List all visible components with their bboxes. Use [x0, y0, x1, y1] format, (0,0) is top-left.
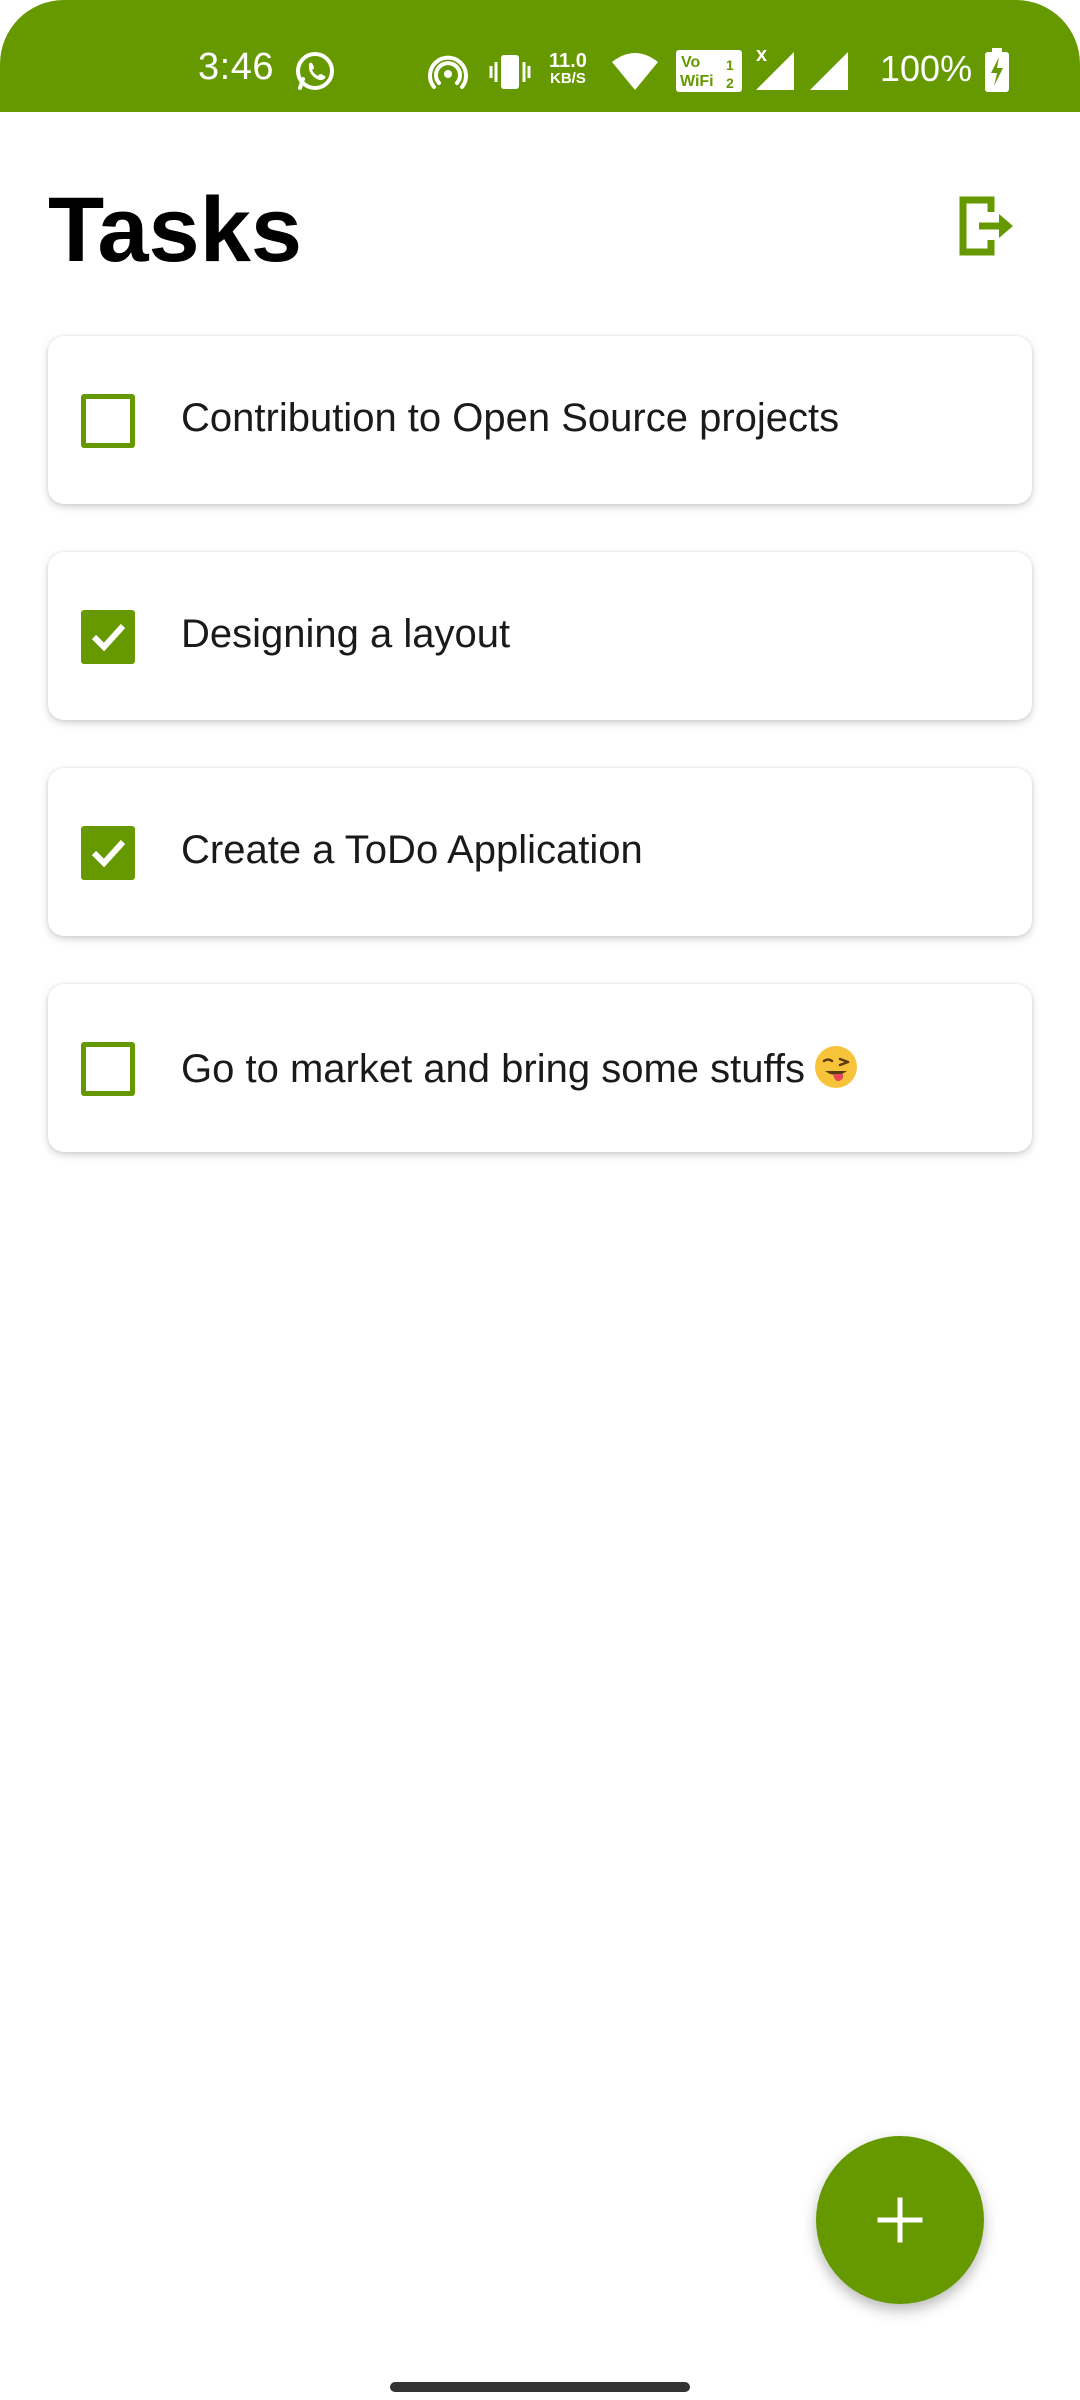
task-checkbox[interactable]	[81, 394, 135, 448]
vibrate-icon	[489, 55, 531, 89]
hotspot-icon	[428, 55, 468, 89]
task-label: Go to market and bring some stuffs	[181, 1047, 806, 1091]
vowifi-icon: Vo WiFi 1 2	[676, 50, 742, 92]
logout-icon	[959, 196, 1013, 256]
svg-text:2: 2	[726, 75, 734, 91]
svg-text:1: 1	[726, 57, 734, 73]
network-speed-unit: KB/S	[549, 70, 586, 87]
task-card[interactable]: Contribution to Open Source projects	[48, 336, 1032, 504]
status-time: 3:46	[198, 46, 274, 88]
plus-icon	[877, 2197, 923, 2243]
check-icon	[91, 623, 126, 652]
home-indicator[interactable]	[390, 2382, 690, 2392]
task-label: Designing a layout	[181, 612, 511, 656]
battery-charging-icon	[985, 48, 1009, 92]
check-icon	[91, 839, 126, 868]
page-title: Tasks	[48, 179, 303, 281]
wifi-icon	[612, 53, 658, 90]
logout-button[interactable]	[950, 188, 1026, 264]
whatsapp-icon	[296, 52, 334, 90]
network-speed-value: 11.0	[549, 50, 587, 72]
svg-text:WiFi: WiFi	[680, 73, 714, 90]
task-card[interactable]: Designing a layout	[48, 552, 1032, 720]
task-list: Contribution to Open Source projects Des…	[48, 336, 1032, 1200]
task-label: Contribution to Open Source projects	[181, 396, 840, 440]
signal-icon	[756, 52, 794, 90]
battery-percent: 100%	[880, 48, 973, 89]
task-card[interactable]: Create a ToDo Application	[48, 768, 1032, 936]
winking-face-with-tongue-icon	[815, 1046, 858, 1088]
task-label-wrapper: Go to market and bring some stuffs	[181, 1044, 859, 1092]
task-checkbox[interactable]	[81, 610, 135, 664]
signal-icon-2	[810, 52, 848, 90]
task-checkbox[interactable]	[81, 826, 135, 880]
status-bar: 3:46 11.0 KB/S Vo WiFi 1 2 x 100%	[0, 0, 1080, 112]
task-card[interactable]: Go to market and bring some stuffs	[48, 984, 1032, 1152]
task-checkbox[interactable]	[81, 1042, 135, 1096]
svg-text:Vo: Vo	[681, 54, 700, 71]
network-speed: 11.0 KB/S	[549, 50, 587, 88]
task-label: Create a ToDo Application	[181, 828, 643, 872]
add-task-button[interactable]	[816, 2136, 984, 2304]
